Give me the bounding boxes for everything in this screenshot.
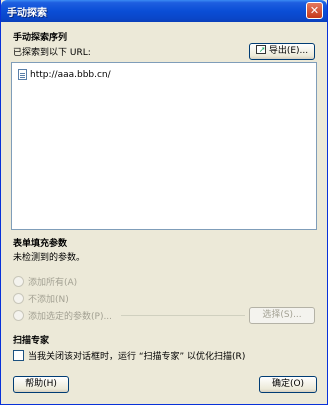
radio-add-selected[interactable]: 添加选定的参数(P)... <box>13 309 112 322</box>
url-list[interactable]: http://aaa.bbb.cn/ <box>11 62 317 230</box>
title-bar[interactable]: 手动探索 ✕ <box>1 0 327 22</box>
divider <box>121 315 245 316</box>
scan-expert-heading: 扫描专家 <box>13 336 50 346</box>
radio-label: 不添加(N) <box>28 295 69 305</box>
radio-add-all[interactable]: 添加所有(A) <box>13 275 77 288</box>
export-button[interactable]: 导出(E)... <box>249 42 315 60</box>
ok-button[interactable]: 确定(O) <box>259 376 317 393</box>
radio-label: 添加选定的参数(P)... <box>28 312 113 322</box>
form-status-text: 未检测到的参数。 <box>13 253 86 263</box>
radio-circle <box>13 293 24 304</box>
manual-explore-dialog: 手动探索 ✕ 手动探索序列 已探索到以下 URL: 导出(E)... http:… <box>0 0 328 405</box>
radio-circle <box>13 276 24 287</box>
window-title: 手动探索 <box>7 8 47 19</box>
url-text: http://aaa.bbb.cn/ <box>30 69 111 80</box>
run-scan-expert-checkbox[interactable]: 当我关闭该对话框时，运行 “扫描专家” 以优化扫描(R) <box>13 349 245 362</box>
radio-add-none[interactable]: 不添加(N) <box>13 292 69 305</box>
checkbox-label: 当我关闭该对话框时，运行 “扫描专家” 以优化扫描(R) <box>28 352 246 362</box>
form-heading: 表单填充参数 <box>13 239 68 249</box>
checkbox-box[interactable] <box>13 350 24 361</box>
page-icon <box>18 69 27 80</box>
export-button-label: 导出(E)... <box>268 46 309 56</box>
sequence-heading: 手动探索序列 <box>13 33 68 43</box>
list-item[interactable]: http://aaa.bbb.cn/ <box>18 69 111 80</box>
radio-circle <box>13 310 24 321</box>
select-button[interactable]: 选择(S)... <box>249 307 315 324</box>
help-button[interactable]: 帮助(H) <box>13 376 69 393</box>
close-icon[interactable]: ✕ <box>306 2 323 19</box>
export-icon <box>255 42 266 57</box>
radio-label: 添加所有(A) <box>28 278 78 288</box>
explored-url-label: 已探索到以下 URL: <box>13 48 91 58</box>
